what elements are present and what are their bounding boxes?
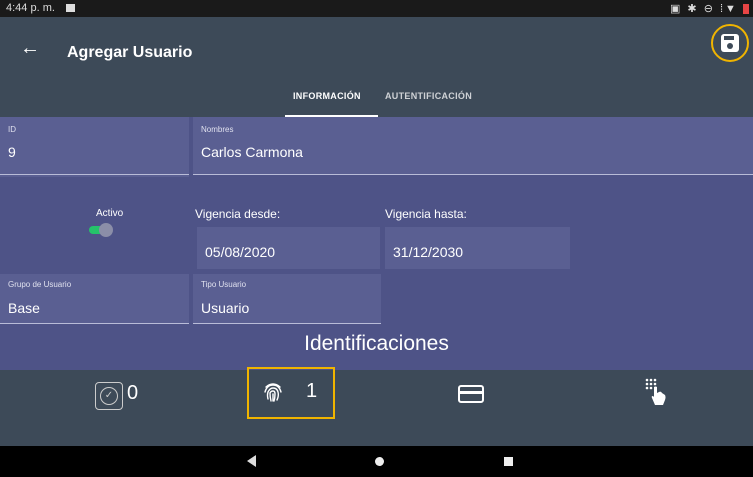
grupo-usuario-underline — [0, 323, 189, 324]
nombres-value: Carlos Carmona — [201, 144, 303, 160]
system-navigation-bar — [0, 446, 753, 477]
battery-icon — [743, 4, 749, 15]
tipo-usuario-underline — [193, 323, 381, 324]
save-icon — [721, 34, 739, 52]
identificaciones-title: Identificaciones — [304, 332, 449, 355]
tab-informacion[interactable]: INFORMACIÓN — [293, 91, 361, 101]
vigencia-desde-value: 05/08/2020 — [205, 244, 276, 260]
identificaciones-bar: ✓ 0 — [0, 370, 753, 446]
nombres-label: Nombres — [201, 125, 234, 134]
fingerprint-count: 1 — [306, 380, 318, 402]
tipo-usuario-value: Usuario — [201, 300, 250, 316]
tab-autentificacion[interactable]: AUTENTIFICACIÓN — [385, 91, 472, 101]
tipo-usuario-label: Tipo Usuario — [201, 280, 247, 289]
id-underline — [0, 174, 189, 175]
face-recognition-icon[interactable]: ✓ — [95, 382, 123, 410]
system-icons: ▣ ✱ ⊖ ⁞▼ — [670, 2, 749, 15]
grupo-usuario-label: Grupo de Usuario — [8, 280, 72, 289]
status-bar: 4:44 p. m. ▣ ✱ ⊖ ⁞▼ — [0, 0, 753, 17]
grupo-usuario-value: Base — [8, 300, 40, 316]
user-form: ID 9 Nombres Carlos Carmona Activo Vigen… — [0, 117, 753, 370]
activo-toggle[interactable] — [89, 223, 114, 237]
id-field[interactable]: ID 9 — [0, 117, 189, 175]
nav-recents-icon[interactable] — [504, 457, 513, 466]
vigencia-hasta-field[interactable]: 31/12/2030 — [385, 227, 570, 269]
nombres-field[interactable]: Nombres Carlos Carmona — [193, 117, 753, 175]
nav-home-icon[interactable] — [375, 457, 384, 466]
status-time: 4:44 p. m. — [6, 2, 55, 14]
vigencia-hasta-value: 31/12/2030 — [393, 244, 464, 260]
vigencia-hasta-label: Vigencia hasta: — [385, 207, 467, 221]
fingerprint-button[interactable] — [247, 367, 335, 419]
tipo-usuario-field[interactable]: Tipo Usuario Usuario — [193, 274, 381, 324]
nav-back-icon[interactable] — [247, 455, 256, 467]
vigencia-desde-field[interactable]: 05/08/2020 — [197, 227, 380, 269]
activo-label: Activo — [96, 208, 124, 219]
tab-bar: INFORMACIÓN AUTENTIFICACIÓN — [0, 78, 753, 117]
check-icon: ✓ — [100, 387, 118, 405]
keypad-touch-icon[interactable] — [645, 378, 667, 406]
id-value: 9 — [8, 144, 16, 160]
fingerprint-icon — [264, 383, 282, 402]
arrow-left-icon[interactable]: ← — [20, 37, 40, 60]
nombres-underline — [193, 174, 753, 175]
page-title: Agregar Usuario — [67, 44, 193, 61]
app-bar: ← Agregar Usuario — [0, 17, 753, 78]
system-status-icons: ▣ ✱ ⊖ ⁞▼ — [669, 3, 738, 15]
card-icon[interactable] — [458, 385, 484, 403]
save-button[interactable] — [711, 24, 749, 62]
vigencia-desde-label: Vigencia desde: — [195, 207, 281, 221]
grupo-usuario-field[interactable]: Grupo de Usuario Base — [0, 274, 189, 324]
face-count: 0 — [127, 382, 139, 404]
toggle-knob — [99, 223, 113, 237]
image-notification-icon — [66, 4, 75, 12]
id-label: ID — [8, 125, 16, 134]
